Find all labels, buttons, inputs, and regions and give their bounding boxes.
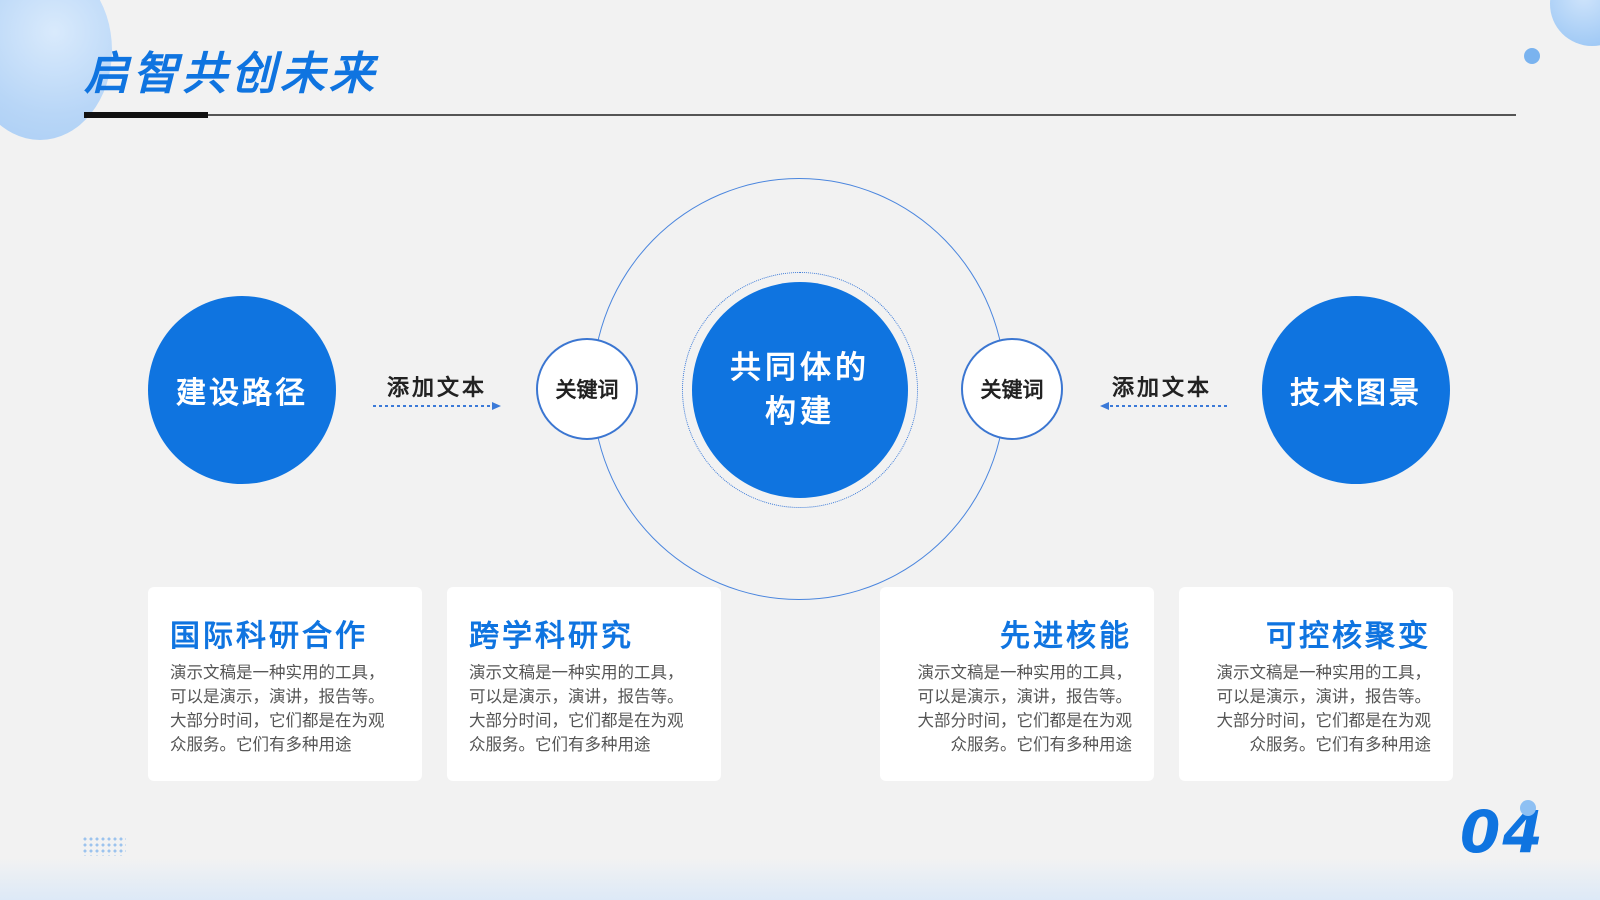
card-description: 演示文稿是一种实用的工具，可以是演示，演讲，报告等。大部分时间，它们都是在为观众…	[917, 663, 1133, 754]
card-title: 可控核聚变	[1266, 619, 1431, 654]
decorative-dot	[1524, 48, 1540, 64]
title-divider-accent	[84, 112, 208, 118]
center-label-line2: 构建	[765, 394, 835, 430]
title-divider	[84, 114, 1516, 116]
left-keyword-label: 关键词	[555, 378, 619, 402]
page-title: 启智共创未来	[84, 47, 379, 100]
right-keyword-circle: 关键词	[961, 338, 1063, 440]
right-main-circle: 技术图景	[1262, 296, 1450, 484]
card-description: 演示文稿是一种实用的工具，可以是演示，演讲，报告等。大部分时间，它们都是在为观众…	[469, 663, 684, 754]
info-card: 先进核能 演示文稿是一种实用的工具，可以是演示，演讲，报告等。大部分时间，它们都…	[880, 587, 1154, 781]
card-title: 跨学科研究	[469, 619, 634, 654]
info-card: 国际科研合作 演示文稿是一种实用的工具，可以是演示，演讲，报告等。大部分时间，它…	[148, 587, 422, 781]
card-title: 国际科研合作	[170, 619, 368, 654]
card-description: 演示文稿是一种实用的工具，可以是演示，演讲，报告等。大部分时间，它们都是在为观众…	[170, 663, 385, 754]
decorative-blob-top-right	[1550, 0, 1600, 46]
dot-grid-decoration	[82, 836, 126, 856]
right-main-circle-label: 技术图景	[1290, 376, 1422, 411]
center-label-line1: 共同体的	[730, 350, 870, 386]
arrow-right-icon	[373, 402, 501, 410]
left-keyword-circle: 关键词	[536, 338, 638, 440]
left-main-circle: 建设路径	[148, 296, 336, 484]
page-number-dot	[1520, 800, 1536, 816]
arrow-left-icon	[1100, 402, 1228, 410]
left-main-circle-label: 建设路径	[176, 376, 308, 411]
card-description: 演示文稿是一种实用的工具，可以是演示，演讲，报告等。大部分时间，它们都是在为观众…	[1216, 663, 1432, 754]
card-title: 先进核能	[1000, 619, 1132, 654]
info-card: 跨学科研究 演示文稿是一种实用的工具，可以是演示，演讲，报告等。大部分时间，它们…	[447, 587, 721, 781]
bottom-gradient-band	[0, 858, 1600, 900]
right-keyword-label: 关键词	[980, 378, 1044, 402]
info-card: 可控核聚变 演示文稿是一种实用的工具，可以是演示，演讲，报告等。大部分时间，它们…	[1179, 587, 1453, 781]
center-circle: 共同体的 构建	[692, 282, 908, 498]
